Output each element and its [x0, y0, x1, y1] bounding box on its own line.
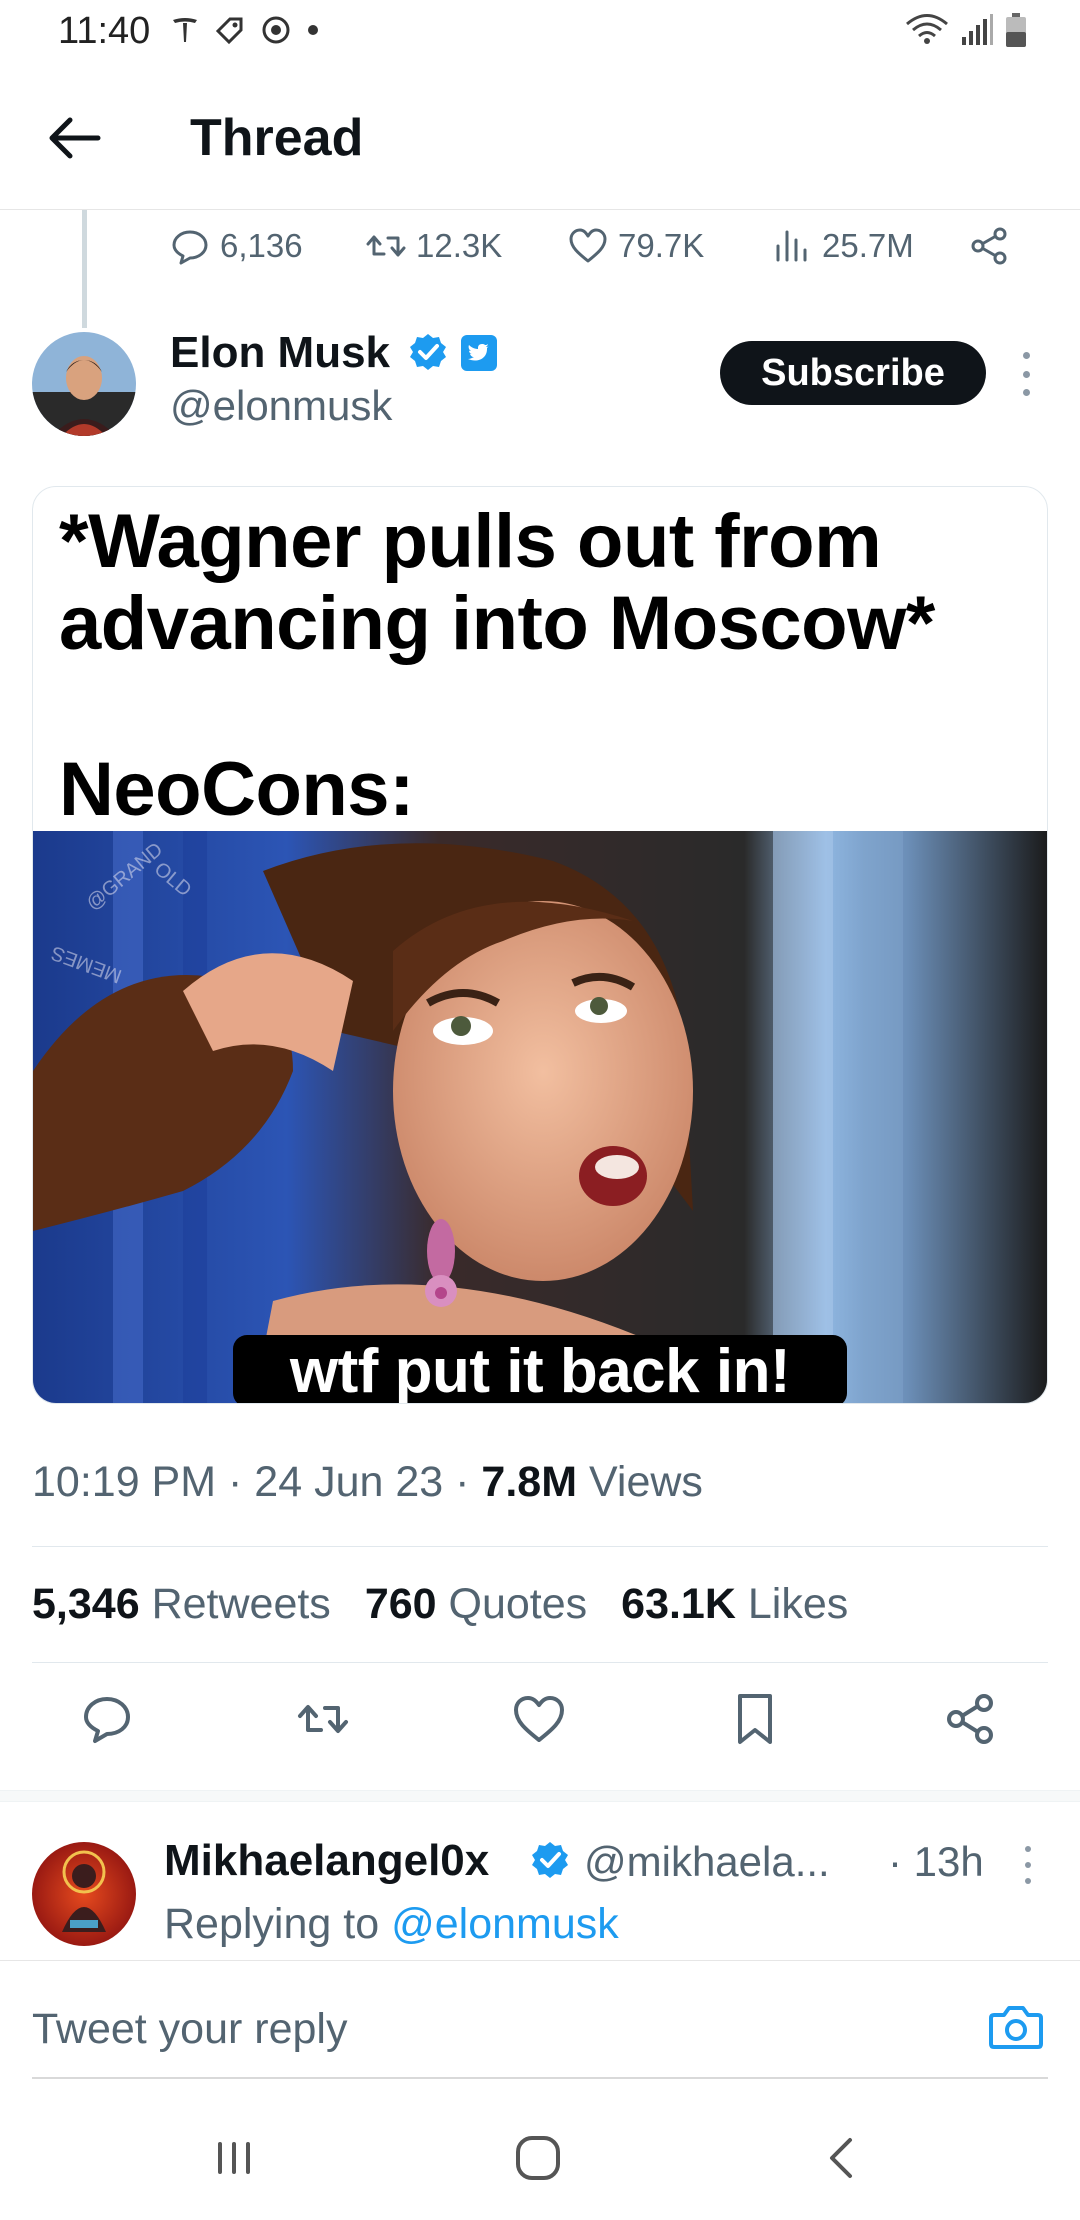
page-title: Thread [190, 109, 364, 167]
meme-text-line-2: advancing into Moscow* [59, 581, 935, 666]
tweet-timestamp: 10:19 PM · 24 Jun 23 · 7.8M Views [32, 1458, 703, 1507]
tweet-media-image[interactable]: *Wagner pulls out from advancing into Mo… [32, 486, 1048, 1404]
more-options-icon[interactable] [1020, 352, 1032, 396]
verified-badge-icon [410, 334, 446, 370]
status-system-icons [904, 12, 1028, 48]
reply-author-handle[interactable]: @mikhaela... [584, 1838, 830, 1886]
back-arrow-icon[interactable] [42, 106, 106, 170]
tweet-actions [0, 1690, 1080, 1760]
retweets-stat[interactable]: 5,346 Retweets [32, 1580, 331, 1629]
retweet-icon[interactable] [294, 1690, 352, 1748]
views-count-button[interactable]: 25.7M [770, 224, 914, 268]
dot-icon [308, 25, 318, 35]
reply-input[interactable]: Tweet your reply [32, 2005, 347, 2054]
meme-text-line-1: *Wagner pulls out from [59, 499, 882, 584]
retweet-count-button[interactable]: 12.3K [364, 224, 502, 268]
meme-caption: wtf put it back in! [233, 1335, 847, 1403]
retweet-count: 12.3K [416, 227, 503, 264]
author-name[interactable]: Elon Musk [170, 328, 390, 378]
wifi-icon [906, 14, 948, 44]
camera-icon[interactable] [988, 2001, 1044, 2051]
status-notification-icons [170, 14, 320, 46]
likes-count: 63.1K [621, 1580, 736, 1628]
tesla-icon [173, 18, 197, 42]
likes-label: Likes [747, 1580, 849, 1628]
reply-count: 6,136 [220, 227, 303, 264]
reply-count-button[interactable]: 6,136 [168, 224, 303, 268]
quotes-count: 760 [364, 1580, 437, 1628]
views-icon [776, 230, 807, 262]
composer-underline [32, 2077, 1048, 2079]
status-time: 11:40 [58, 10, 151, 52]
heart-icon [569, 228, 607, 263]
app-bar: Thread [0, 66, 1080, 210]
author-handle[interactable]: @elonmusk [170, 382, 392, 430]
replying-to: Replying to @elonmusk [164, 1900, 619, 1949]
bookmark-icon[interactable] [726, 1690, 784, 1748]
verified-badge-icon [532, 1842, 568, 1878]
reply-author-avatar[interactable] [32, 1842, 136, 1946]
section-separator [0, 1790, 1080, 1802]
author-avatar[interactable] [32, 332, 136, 436]
replying-to-handle-link[interactable]: @elonmusk [391, 1900, 619, 1948]
retweets-count: 5,346 [32, 1580, 140, 1628]
status-bar: 11:40 [0, 0, 1080, 66]
share-button-previous[interactable] [968, 224, 1012, 268]
separator-dot: · [228, 1458, 255, 1506]
twitter-blue-badge-icon [461, 335, 497, 371]
like-count: 79.7K [618, 227, 705, 264]
separator-dot: · [455, 1458, 482, 1506]
recent-apps-icon[interactable] [204, 2128, 264, 2188]
share-icon[interactable] [942, 1690, 1000, 1748]
retweets-label: Retweets [151, 1580, 331, 1628]
divider [32, 1546, 1048, 1547]
replying-to-prefix: Replying to [164, 1900, 380, 1948]
meme-text-line-3: NeoCons: [59, 747, 414, 832]
reply-time: · 13h [888, 1838, 984, 1885]
reply-composer: Tweet your reply [0, 1960, 1080, 2079]
retweet-icon [366, 235, 406, 257]
tweet-views-count: 7.8M [481, 1458, 578, 1506]
like-count-button[interactable]: 79.7K [566, 224, 704, 268]
reply-more-options-icon[interactable] [1022, 1846, 1034, 1884]
meme-photo: @GRAND OLD MEMES [33, 831, 1047, 1403]
back-nav-icon[interactable] [812, 2128, 872, 2188]
views-count: 25.7M [822, 227, 914, 264]
subscribe-button[interactable]: Subscribe [720, 341, 986, 405]
battery-icon [1006, 13, 1026, 47]
signal-icon [962, 14, 993, 45]
instagram-icon [262, 16, 290, 44]
reply-icon [172, 230, 208, 265]
share-icon [971, 227, 1007, 265]
divider [32, 1662, 1048, 1663]
quotes-label: Quotes [448, 1580, 588, 1628]
reply-icon[interactable] [78, 1690, 136, 1748]
thread-connector-line [82, 210, 87, 328]
quotes-stat[interactable]: 760 Quotes [365, 1580, 587, 1629]
reply-author-name[interactable]: Mikhaelangel0x [164, 1836, 489, 1886]
heart-icon[interactable] [510, 1690, 568, 1748]
tag-icon [215, 17, 243, 45]
tweet-views-label: Views [588, 1458, 703, 1506]
tweet-stats: 5,346 Retweets 760 Quotes 63.1K Likes [32, 1580, 848, 1629]
tweet-time: 10:19 PM [32, 1458, 217, 1506]
tweet-date: 24 Jun 23 [254, 1458, 444, 1506]
system-navigation-bar [0, 2100, 1080, 2220]
likes-stat[interactable]: 63.1K Likes [621, 1580, 848, 1629]
home-icon[interactable] [508, 2128, 568, 2188]
